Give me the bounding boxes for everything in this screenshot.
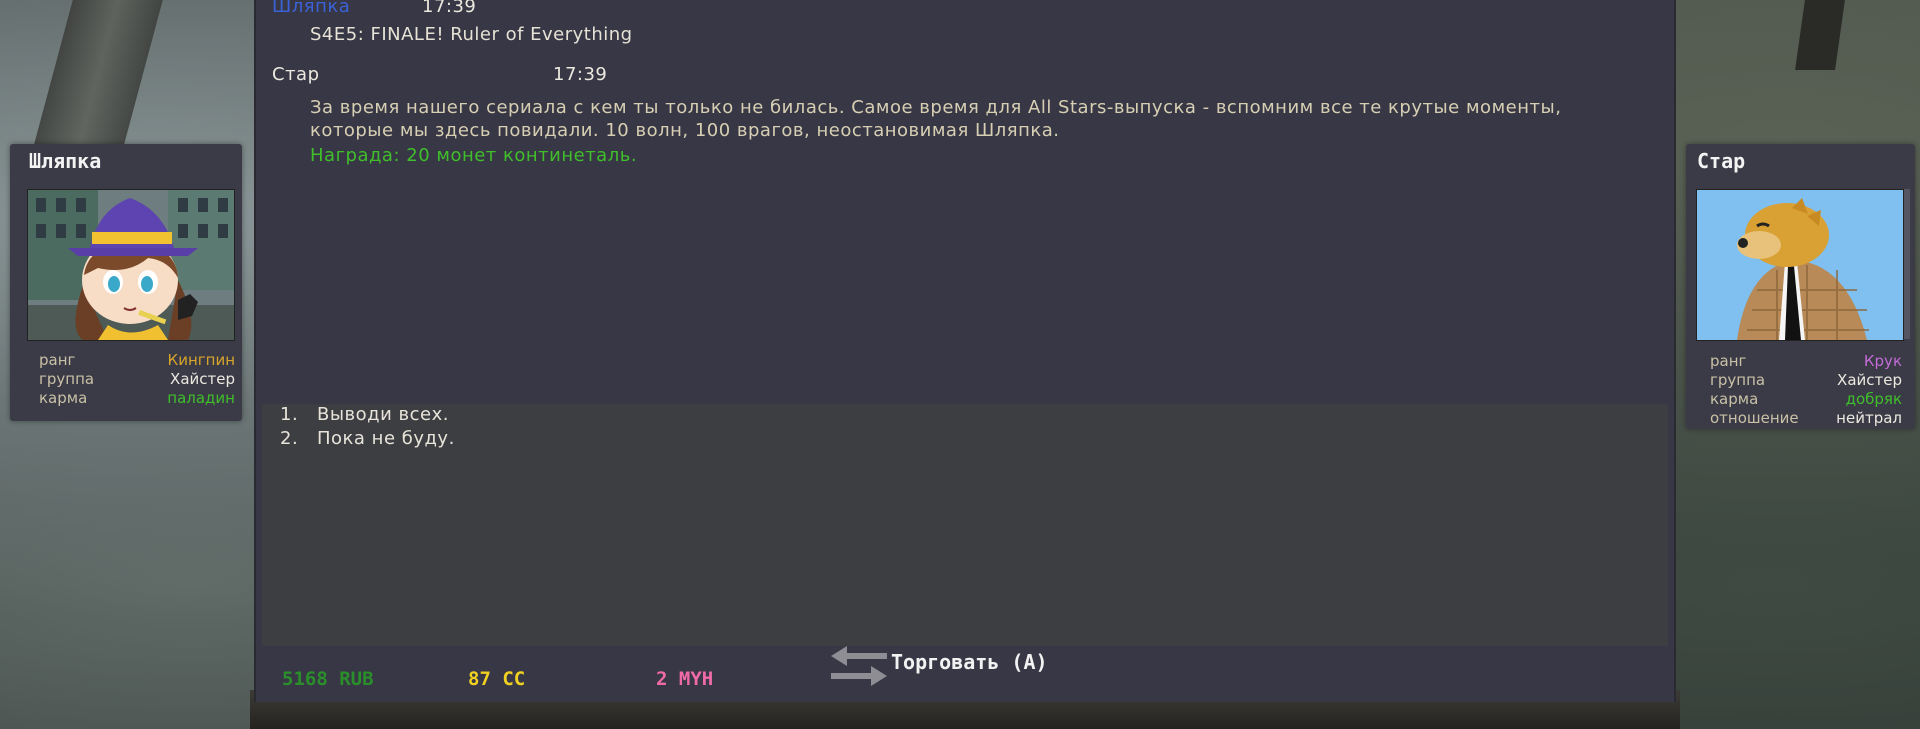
player-panel: Шляпка ранг Кингпин группа Хайстер карма… [10,144,242,421]
npc-panel: Стар ранг Крук группа Хайстер карма добряк … [1686,144,1915,429]
npc-name: Стар [1697,149,1746,173]
player-portrait [27,189,235,341]
stat-label: ранг [1710,352,1747,370]
message-speaker: Стар [272,64,320,85]
trade-button[interactable]: Торговать (A) [827,644,1067,688]
trade-label: Торговать (A) [891,650,1048,674]
answer-text: Выводи всех. [317,404,449,425]
answer-option[interactable]: 2. Пока не буду. [280,428,455,449]
stat-rank: ранг Крук [1710,352,1902,371]
message-reward: Награда: 20 монет континеталь. [310,145,638,166]
answer-number: 2. [280,428,299,449]
stat-label: группа [39,370,95,388]
message-text: За время нашего сериала с кем ты только … [310,97,1562,141]
message-speaker: Шляпка [272,0,351,17]
stat-group: группа Хайстер [1710,371,1902,390]
stat-label: группа [1710,371,1766,389]
stat-rank: ранг Кингпин [39,351,235,370]
stat-value: Хайстер [170,370,235,388]
npc-portrait [1696,189,1904,341]
stat-label: ранг [39,351,76,369]
stat-group: группа Хайстер [39,370,235,389]
background-post [1795,0,1845,70]
money-rub: 5168 RUB [282,668,374,690]
message-time: 17:39 [422,0,477,17]
stat-value: нейтрал [1836,409,1902,427]
player-stats: ранг Кингпин группа Хайстер карма паладин [39,351,235,408]
stat-value: Кингпин [167,351,235,369]
player-name: Шляпка [29,149,102,173]
stat-value: Крук [1863,352,1902,370]
stat-label: карма [39,389,88,407]
currency-myh: 2 MYH [656,668,714,690]
stat-label: карма [1710,390,1759,408]
answer-text: Пока не буду. [317,428,455,449]
stat-karma: карма добряк [1710,390,1902,409]
answer-number: 1. [280,404,299,425]
stat-value: паладин [167,389,235,407]
stat-relation: отношение нейтрал [1710,409,1902,428]
npc-stats: ранг Крук группа Хайстер карма добряк отнош… [1710,352,1902,428]
stat-value: Хайстер [1837,371,1902,389]
scrollbar[interactable] [1904,189,1910,339]
stat-karma: карма паладин [39,389,235,408]
message-time: 17:39 [553,64,608,85]
trade-arrows-icon [831,646,887,686]
stat-value: добряк [1845,390,1902,408]
currency-cc: 87 CC [468,668,526,690]
message-text: S4E5: FINALE! Ruler of Everything [310,24,633,45]
answer-option[interactable]: 1. Выводи всех. [280,404,449,425]
stat-label: отношение [1710,409,1799,427]
answer-list: 1. Выводи всех. 2. Пока не буду. [262,404,1668,646]
